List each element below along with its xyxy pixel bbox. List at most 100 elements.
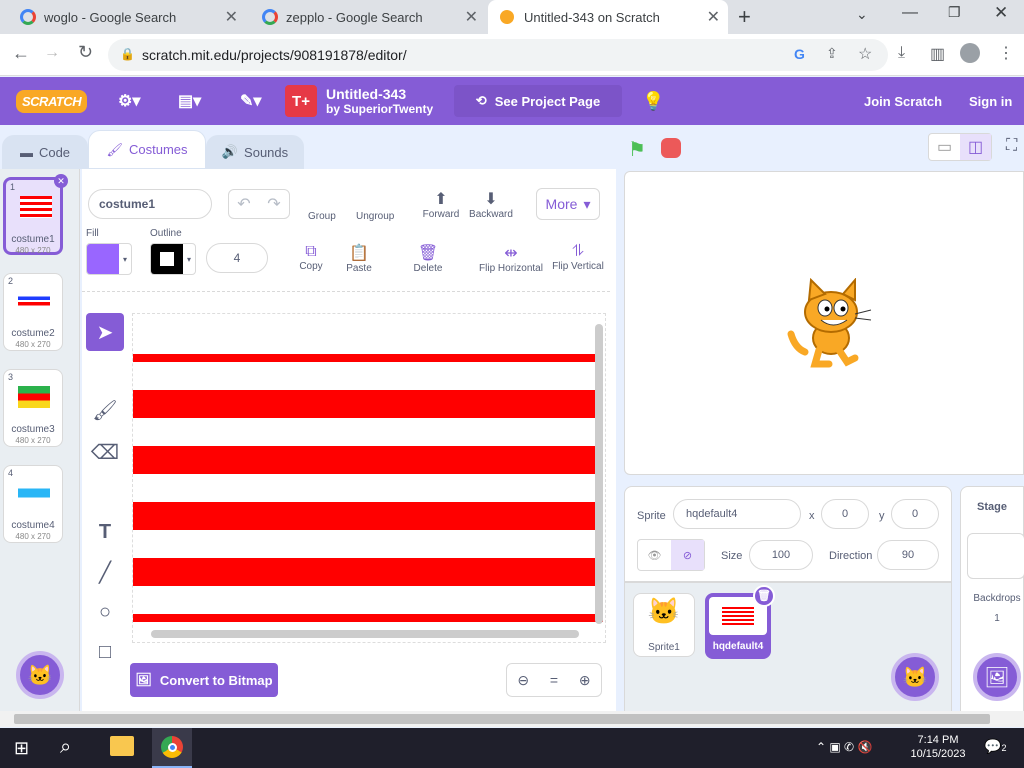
costume-item-1[interactable]: 1 costume1 480 x 270 ✕ [3,174,68,255]
minimize-icon[interactable]: — [902,4,918,22]
flip-vertical-button[interactable]: ⥮ Flip Vertical [550,243,606,272]
stage-canvas[interactable] [624,171,1024,475]
costume-item-4[interactable]: 4 costume4 480 x 270 [3,465,63,543]
sprite-item-hqdefault4[interactable]: hqdefault4 🗑 [705,585,775,659]
scratch-logo[interactable]: SCRATCH [16,89,88,113]
new-tab-icon[interactable]: + [738,4,751,30]
edit-menu-icon[interactable]: ✎▾ [240,77,261,125]
flip-horizontal-button[interactable]: ⇹ Flip Horizontal [476,243,546,274]
clock[interactable]: 7:14 PM 10/15/2023 [906,733,970,761]
costume-item-3[interactable]: 3 costume3 480 x 270 [3,369,63,447]
show-eye-icon[interactable]: 👁 [638,540,671,570]
windows-start-icon[interactable]: ⊞ [14,738,29,759]
zoom-in-icon[interactable]: ⊕ [579,672,591,689]
scratch-cat-sprite[interactable] [785,278,873,370]
stop-icon[interactable] [661,138,681,158]
outline-color-picker[interactable]: ▾ [150,243,196,275]
chrome-taskbar-icon[interactable] [152,728,192,768]
window-close-icon[interactable]: ✕ [994,3,1008,23]
kebab-menu-icon[interactable]: ⋮ [998,43,1014,63]
tab-costumes[interactable]: 🖌 Costumes [88,130,206,169]
close-icon[interactable]: ✕ [707,7,720,27]
reload-icon[interactable]: ↻ [78,42,93,63]
choose-backdrop-button[interactable]: 🖼 [973,653,1021,701]
copy-button[interactable]: ⧉ Copy [294,243,328,272]
file-explorer-icon[interactable] [110,736,134,756]
fill-color-picker[interactable]: ▾ [86,243,132,275]
y-input[interactable]: 0 [891,499,939,529]
redo-icon[interactable]: ↷ [267,194,280,214]
bookmark-star-icon[interactable]: ☆ [858,44,872,64]
tray-icons[interactable]: ⌃ ▣ ✆ 🔇 [816,740,872,754]
download-icon[interactable]: ⤓ [898,44,905,62]
group-button[interactable]: Group [308,211,336,222]
paint-canvas[interactable] [132,313,606,643]
costume-item-2[interactable]: 2 costume2 480 x 270 [3,273,63,351]
green-flag-icon[interactable]: ⚑ [628,137,646,162]
x-input[interactable]: 0 [821,499,869,529]
delete-button[interactable]: 🗑 Delete [408,243,448,274]
backward-button[interactable]: ⬇ Backward [468,189,514,220]
close-icon[interactable]: ✕ [225,7,238,27]
see-project-page-button[interactable]: ⟲ See Project Page [454,85,622,117]
close-icon[interactable]: ✕ [465,7,478,27]
join-scratch-link[interactable]: Join Scratch [864,77,942,125]
debug-lightbulb-icon[interactable]: 💡 [642,77,664,125]
page-hscrollbar[interactable] [0,711,1024,727]
notification-icon[interactable]: 💬2 [984,738,1006,755]
profile-avatar[interactable] [960,43,980,63]
forward-button[interactable]: ⬆ Forward [422,189,460,220]
zoom-reset-button[interactable]: = [550,672,558,688]
stage-panel[interactable]: Stage Backdrops 1 🖼 [960,486,1024,712]
sprite-name-input[interactable]: hqdefault4 [673,499,801,529]
text-tool[interactable]: T [86,513,124,551]
file-menu-icon[interactable]: ▤▾ [178,77,201,125]
settings-menu-icon[interactable]: ⚙▾ [118,77,140,125]
tab-search-icon[interactable]: ⌄ [856,6,868,23]
size-input[interactable]: 100 [749,540,813,570]
line-tool[interactable]: ╱ [86,553,124,591]
restore-icon[interactable]: ❐ [948,4,961,21]
browser-tab-zepplo[interactable]: zepplo - Google Search ✕ [250,0,486,34]
browser-tab-scratch[interactable]: Untitled-343 on Scratch ✕ [488,0,728,34]
eraser-tool[interactable]: ⌫ [86,433,124,471]
large-stage-icon[interactable]: ◫ [960,134,991,160]
url-field[interactable]: 🔒 scratch.mit.edu/projects/908191878/edi… [108,39,888,71]
outline-width-input[interactable]: 4 [206,243,268,273]
canvas-hscrollbar[interactable] [151,630,579,638]
sprite-item-sprite1[interactable]: 🐱 Sprite1 [633,593,695,657]
fullscreen-icon[interactable]: ⛶ [1006,137,1017,155]
project-title[interactable]: Untitled-343 [326,86,406,102]
share-icon[interactable]: ⇪ [826,45,838,62]
back-icon[interactable]: ← [12,43,30,64]
google-lens-icon[interactable]: G [794,46,805,62]
undo-icon[interactable]: ↶ [237,194,250,214]
search-icon[interactable]: ⌕ [60,736,71,759]
rectangle-tool[interactable]: □ [86,633,124,671]
brush-tool[interactable]: 🖌 [86,391,124,429]
sign-in-link[interactable]: Sign in [969,77,1012,125]
select-tool[interactable]: ➤ [86,313,124,351]
sidepanel-icon[interactable]: ▥ [930,44,945,64]
delete-costume-icon[interactable]: ✕ [54,174,68,188]
scroll-thumb[interactable] [14,714,990,724]
choose-costume-button[interactable]: 🐱 [16,651,64,699]
paste-button[interactable]: 📋 Paste [342,243,376,274]
small-stage-icon[interactable]: ▭ [929,134,960,160]
tab-sounds[interactable]: 🔊 Sounds [206,135,304,169]
forward-icon[interactable]: → [44,44,60,62]
convert-to-bitmap-button[interactable]: 🖼 Convert to Bitmap [130,663,278,697]
tab-code[interactable]: ▬ Code [2,135,88,169]
choose-sprite-button[interactable]: 🐱 [891,653,939,701]
costume-name-input[interactable]: costume1 [88,189,212,219]
delete-sprite-icon[interactable]: 🗑 [753,585,775,607]
zoom-out-icon[interactable]: ⊖ [517,672,529,689]
direction-input[interactable]: 90 [877,540,939,570]
circle-tool[interactable]: ○ [86,593,124,631]
ungroup-button[interactable]: Ungroup [356,211,394,222]
more-menu-button[interactable]: More ▾ [536,188,600,220]
project-author[interactable]: by SuperiorTwenty [326,102,433,116]
canvas-vscrollbar[interactable] [595,324,603,624]
hide-eye-icon[interactable]: ⊘ [671,540,704,570]
browser-tab-woglo[interactable]: woglo - Google Search ✕ [8,0,246,34]
